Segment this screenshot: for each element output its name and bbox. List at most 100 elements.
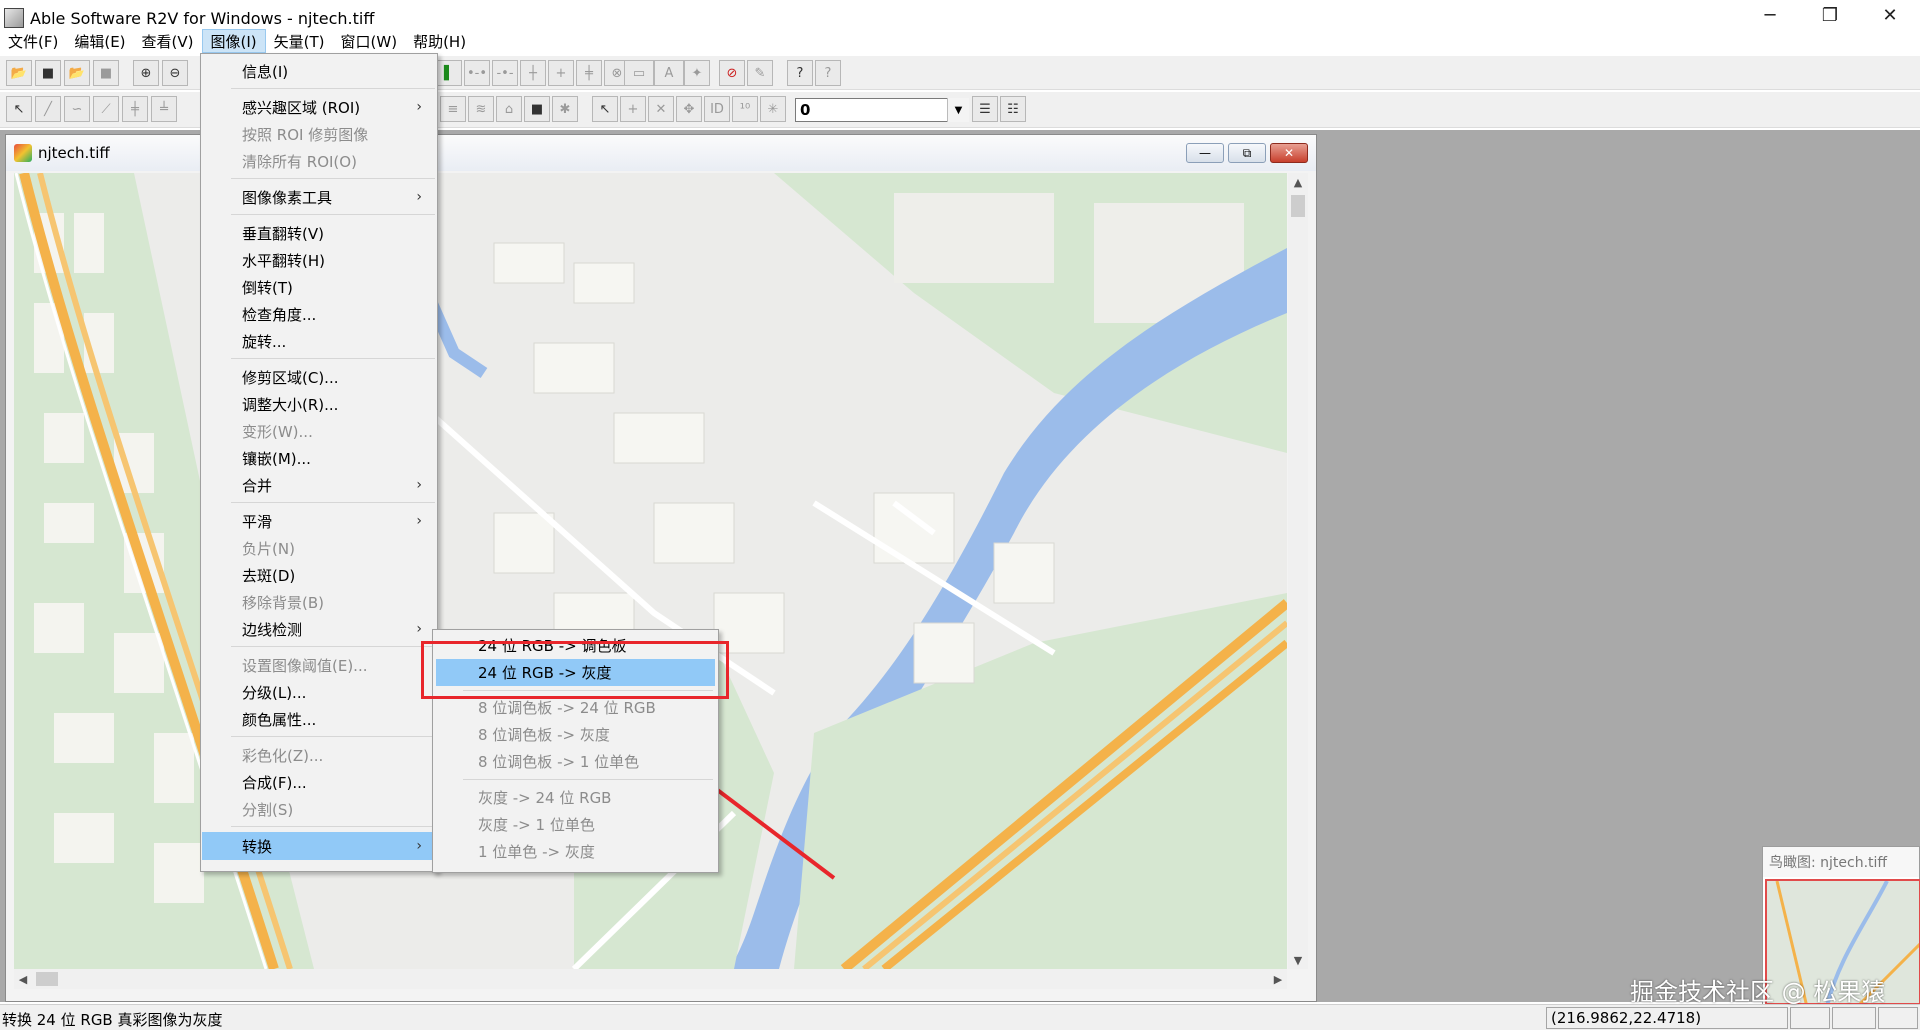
- node-insert-icon[interactable]: +: [548, 60, 574, 86]
- menu-item-colorize[interactable]: 彩色化(Z)...: [202, 742, 436, 768]
- horizontal-scrollbar[interactable]: ◀ ▶: [14, 969, 1287, 989]
- menu-item-flip-horizontal[interactable]: 水平翻转(H): [202, 247, 436, 273]
- menu-edit[interactable]: 编辑(E): [66, 29, 133, 53]
- save-icon[interactable]: ■: [35, 60, 61, 86]
- vertical-scrollbar[interactable]: ▲ ▼: [1288, 173, 1308, 969]
- menu-item-edge-detect[interactable]: 边线检测 ›: [202, 616, 436, 642]
- menu-item-clear-roi[interactable]: 清除所有 ROI(O): [202, 148, 436, 174]
- restore-button[interactable]: ❐: [1800, 0, 1860, 30]
- menu-item-pixel-tools[interactable]: 图像像素工具 ›: [202, 184, 436, 210]
- menu-item-composite[interactable]: 合成(F)...: [202, 769, 436, 795]
- layer-list-icon[interactable]: ☰: [972, 96, 998, 122]
- zoom-out-icon[interactable]: ⊖: [162, 60, 188, 86]
- vscroll-thumb[interactable]: [1291, 195, 1305, 217]
- auto-label-icon[interactable]: ✳: [760, 96, 786, 122]
- delete-point-icon[interactable]: ✕: [648, 96, 674, 122]
- edit-icon[interactable]: ✎: [747, 60, 773, 86]
- layer-dropdown-icon[interactable]: ▼: [947, 98, 969, 122]
- scroll-right-icon[interactable]: ▶: [1269, 969, 1287, 989]
- menu-item-smooth[interactable]: 平滑 ›: [202, 508, 436, 534]
- menu-item-threshold[interactable]: 设置图像阈值(E)...: [202, 652, 436, 678]
- convert-grayscale-to-mono[interactable]: 灰度 -> 1 位单色: [436, 811, 715, 838]
- curve-icon[interactable]: ∽: [64, 96, 90, 122]
- menu-item-check-angle[interactable]: 检查角度...: [202, 301, 436, 327]
- child-close-button[interactable]: ✕: [1270, 143, 1308, 163]
- submenu-arrow-icon: ›: [416, 838, 422, 854]
- align-icon[interactable]: ≡: [440, 96, 466, 122]
- menu-item-crop-roi[interactable]: 按照 ROI 修剪图像: [202, 121, 436, 147]
- menu-item-negative[interactable]: 负片(N): [202, 535, 436, 561]
- menu-item-resize[interactable]: 调整大小(R)...: [202, 391, 436, 417]
- menu-help[interactable]: 帮助(H): [405, 29, 474, 53]
- submenu-arrow-icon: ›: [416, 477, 422, 493]
- convert-palette-to-grayscale[interactable]: 8 位调色板 -> 灰度: [436, 721, 715, 748]
- menu-item-roi[interactable]: 感兴趣区域 (ROI) ›: [202, 94, 436, 120]
- menu-vector[interactable]: 矢量(T): [266, 29, 333, 53]
- fill-icon[interactable]: ■: [524, 96, 550, 122]
- scroll-left-icon[interactable]: ◀: [14, 969, 32, 989]
- hscroll-thumb[interactable]: [36, 972, 58, 986]
- text-icon[interactable]: ▭: [624, 60, 654, 86]
- menu-item-warp[interactable]: 变形(W)...: [202, 418, 436, 444]
- child-minimize-button[interactable]: —: [1186, 143, 1224, 163]
- zoom-in-icon[interactable]: ⊕: [133, 60, 159, 86]
- cross-icon[interactable]: ✱: [552, 96, 578, 122]
- app-title: Able Software R2V for Windows - njtech.t…: [30, 8, 375, 28]
- menu-window[interactable]: 窗口(W): [333, 29, 406, 53]
- convert-grayscale-to-rgb[interactable]: 灰度 -> 24 位 RGB: [436, 784, 715, 811]
- menu-item-despeckle[interactable]: 去斑(D): [202, 562, 436, 588]
- select-arrow-icon[interactable]: ↖: [592, 96, 618, 122]
- split-icon[interactable]: ╪: [122, 96, 148, 122]
- layer-props-icon[interactable]: ☷: [1000, 96, 1026, 122]
- scroll-up-icon[interactable]: ▲: [1288, 173, 1308, 191]
- menu-item-levels[interactable]: 分级(L)...: [202, 679, 436, 705]
- shape-icon[interactable]: ⌂: [496, 96, 522, 122]
- polyline-icon[interactable]: ⟋: [93, 96, 119, 122]
- node-snap-icon[interactable]: ╪: [576, 60, 602, 86]
- point-icon[interactable]: ✦: [684, 60, 710, 86]
- open-icon[interactable]: 📂: [6, 60, 32, 86]
- move-point-icon[interactable]: ✥: [676, 96, 702, 122]
- join-icon[interactable]: ╧: [151, 96, 177, 122]
- menu-file[interactable]: 文件(F): [0, 29, 66, 53]
- convert-palette-to-mono[interactable]: 8 位调色板 -> 1 位单色: [436, 748, 715, 775]
- menu-image[interactable]: 图像(I): [201, 29, 266, 53]
- node-icon[interactable]: •-•: [464, 60, 490, 86]
- minimize-button[interactable]: ─: [1740, 0, 1800, 30]
- menu-item-mosaic[interactable]: 镶嵌(M)...: [202, 445, 436, 471]
- help-icon[interactable]: ?: [787, 60, 813, 86]
- save-project-icon[interactable]: ■: [93, 60, 119, 86]
- context-help-icon[interactable]: ?: [815, 60, 841, 86]
- open-project-icon[interactable]: 📂: [64, 60, 90, 86]
- submenu-arrow-icon: ›: [416, 189, 422, 205]
- menu-item-remove-background[interactable]: 移除背景(B): [202, 589, 436, 615]
- menu-item-rotate[interactable]: 旋转...: [202, 328, 436, 354]
- child-restore-button[interactable]: ⧉: [1228, 143, 1266, 163]
- menu-item-color-properties[interactable]: 颜色属性...: [202, 706, 436, 732]
- menu-item-convert[interactable]: 转换 ›: [202, 832, 436, 860]
- menu-item-merge[interactable]: 合并 ›: [202, 472, 436, 498]
- menu-item-invert[interactable]: 倒转(T): [202, 274, 436, 300]
- node-add-icon[interactable]: ┼: [520, 60, 546, 86]
- scroll-down-icon[interactable]: ▼: [1288, 951, 1308, 969]
- id-icon[interactable]: ID: [704, 96, 730, 122]
- close-button[interactable]: ✕: [1860, 0, 1920, 30]
- app-icon: [4, 8, 24, 28]
- menu-view[interactable]: 查看(V): [134, 29, 202, 53]
- select-delete-icon[interactable]: ⊘: [719, 60, 745, 86]
- add-point-icon[interactable]: +: [620, 96, 646, 122]
- menu-item-info[interactable]: 信息(I): [202, 58, 436, 84]
- menu-item-split[interactable]: 分割(S): [202, 796, 436, 822]
- convert-mono-to-grayscale[interactable]: 1 位单色 -> 灰度: [436, 838, 715, 865]
- label-icon[interactable]: ¹⁰: [732, 96, 758, 122]
- trace-icon[interactable]: ▌: [436, 60, 462, 86]
- layer-value-input[interactable]: 0: [795, 98, 969, 122]
- menu-item-flip-vertical[interactable]: 垂直翻转(V): [202, 220, 436, 246]
- node-move-icon[interactable]: -•-: [492, 60, 518, 86]
- pointer-icon[interactable]: ↖: [6, 96, 32, 122]
- line-icon[interactable]: ╱: [35, 96, 61, 122]
- menu-item-crop-area[interactable]: 修剪区域(C)...: [202, 364, 436, 390]
- annotation-highlight-box: [421, 641, 729, 699]
- smooth-icon[interactable]: ≋: [468, 96, 494, 122]
- abc-icon[interactable]: A: [654, 60, 684, 86]
